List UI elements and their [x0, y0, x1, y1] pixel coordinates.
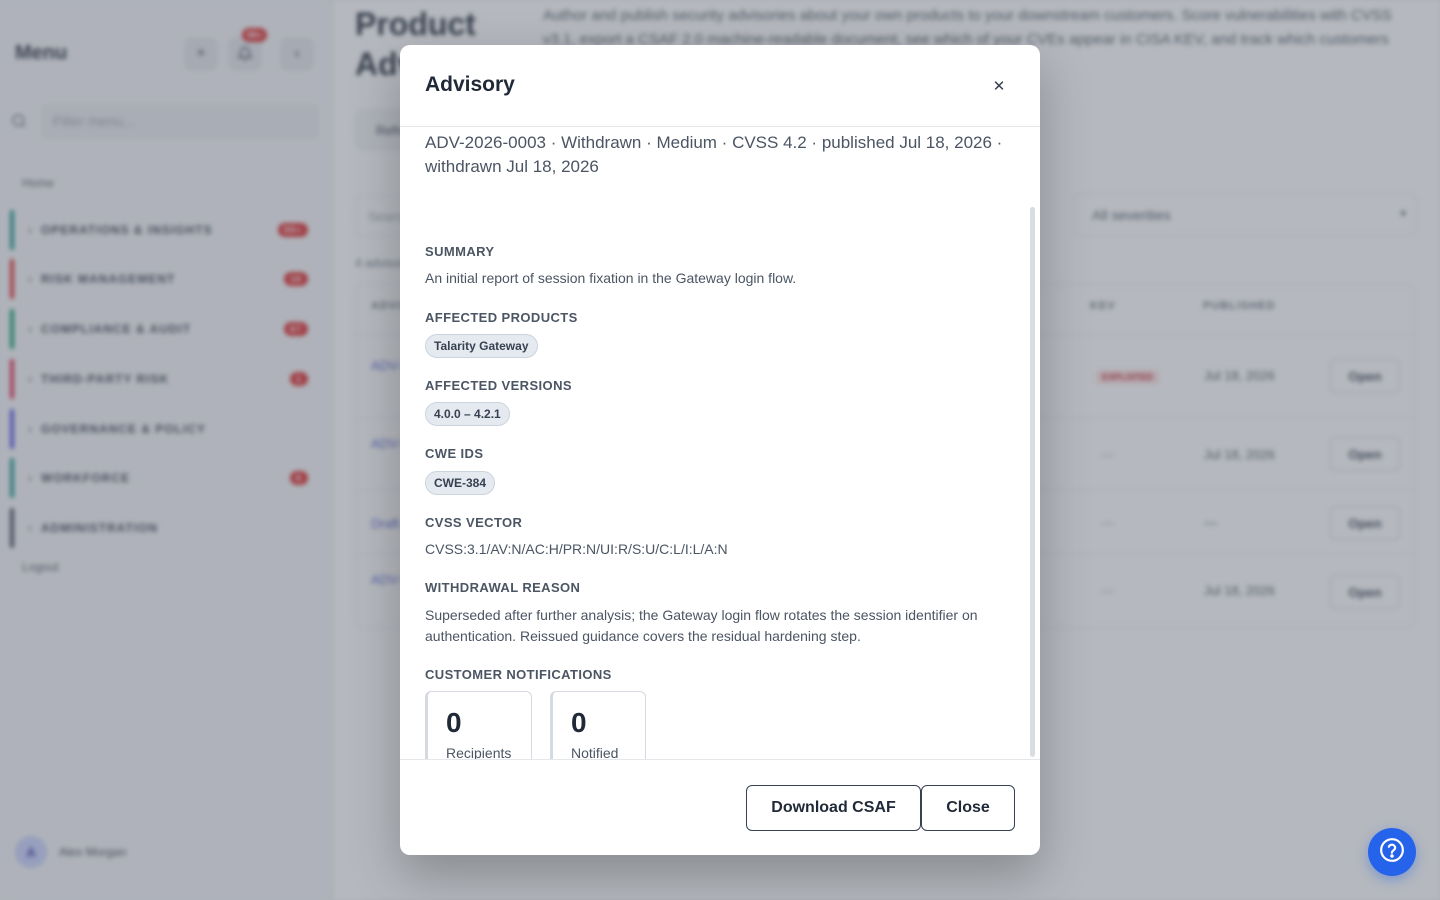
notified-count: 0: [571, 707, 587, 738]
product-chip: Talarity Gateway: [425, 334, 538, 358]
close-button[interactable]: Close: [921, 785, 1015, 831]
advisory-modal: Advisory ✕ ADV-2026-0003 · Withdrawn · M…: [400, 45, 1040, 855]
modal-footer: Download CSAF Close: [400, 759, 1040, 855]
modal-header: Advisory ✕: [400, 45, 1040, 127]
download-csaf-button[interactable]: Download CSAF: [746, 785, 921, 831]
summary-text: An initial report of session fixation in…: [425, 270, 797, 286]
cwe-chip: CWE-384: [425, 471, 496, 495]
withdrawal-reason-label: WITHDRAWAL REASON: [425, 580, 581, 595]
help-button[interactable]: [1368, 828, 1416, 876]
recipients-count: 0: [446, 707, 462, 738]
affected-versions-label: AFFECTED VERSIONS: [425, 378, 572, 393]
cwe-ids-label: CWE IDS: [425, 446, 484, 461]
withdrawal-reason-text: Superseded after further analysis; the G…: [425, 607, 978, 644]
close-icon[interactable]: ✕: [988, 75, 1010, 97]
recipients-label: Recipients: [446, 745, 512, 759]
version-chip: 4.0.0 – 4.2.1: [425, 402, 510, 426]
modal-scrollbar[interactable]: [1030, 207, 1035, 757]
customer-notifications-label: CUSTOMER NOTIFICATIONS: [425, 667, 612, 682]
affected-products-label: AFFECTED PRODUCTS: [425, 310, 578, 325]
modal-body: ADV-2026-0003 · Withdrawn · Medium · CVS…: [400, 127, 1040, 759]
notified-label: Notified: [571, 745, 619, 759]
help-circle-icon: [1379, 837, 1405, 868]
recipients-stat: 0 Recipients: [425, 691, 532, 759]
advisory-meta: ADV-2026-0003 · Withdrawn · Medium · CVS…: [425, 133, 1003, 176]
notified-stat: 0 Notified: [550, 691, 646, 759]
cvss-vector: CVSS:3.1/AV:N/AC:H/PR:N/UI:R/S:U/C:L/I:L…: [425, 541, 728, 557]
summary-label: SUMMARY: [425, 244, 495, 259]
modal-title: Advisory: [425, 73, 515, 96]
cvss-vector-label: CVSS VECTOR: [425, 515, 523, 530]
